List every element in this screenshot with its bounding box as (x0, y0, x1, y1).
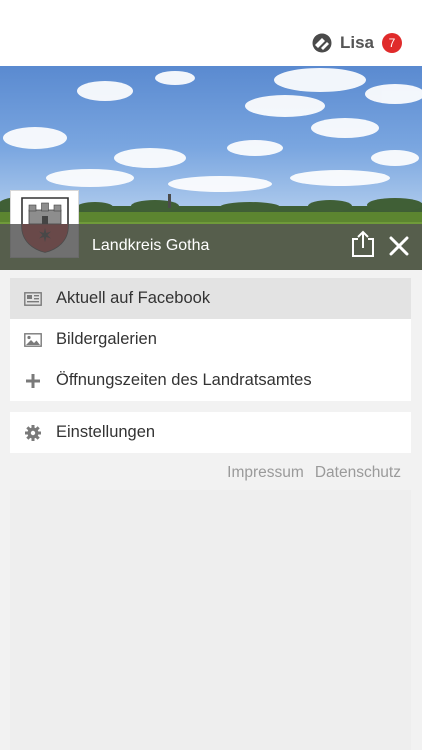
datenschutz-link[interactable]: Datenschutz (315, 464, 401, 482)
menu-item-galleries[interactable]: Bildergalerien (10, 319, 411, 360)
menu-item-opening-hours[interactable]: Öffnungszeiten des Landratsamtes (10, 360, 411, 401)
close-icon (389, 236, 409, 256)
menu-item-label: Aktuell auf Facebook (56, 289, 211, 307)
page-title: Landkreis Gotha (92, 237, 210, 254)
image-icon (24, 331, 42, 349)
plus-icon (24, 372, 42, 390)
impressum-link[interactable]: Impressum (227, 464, 304, 482)
menu-item-label: Öffnungszeiten des Landratsamtes (56, 371, 312, 389)
settings-menu: Einstellungen (10, 412, 411, 453)
menu-item-settings[interactable]: Einstellungen (10, 412, 411, 453)
share-button[interactable] (350, 230, 376, 258)
gear-icon (24, 424, 42, 442)
user-account[interactable]: Lisa 7 (312, 33, 402, 53)
footer-links: Impressum Datenschutz (227, 464, 401, 482)
menu-item-facebook[interactable]: Aktuell auf Facebook (10, 278, 411, 319)
top-bar: Lisa 7 (0, 0, 422, 66)
close-button[interactable] (387, 234, 411, 258)
main-menu: Aktuell auf Facebook Bildergalerien Öffn… (10, 278, 411, 401)
menu-item-label: Einstellungen (56, 423, 156, 441)
menu-item-label: Bildergalerien (56, 330, 157, 348)
notification-badge: 7 (382, 33, 402, 53)
share-icon (352, 230, 374, 257)
content-panel (10, 490, 411, 750)
user-name: Lisa (339, 33, 374, 52)
newspaper-icon (24, 290, 42, 308)
app-logo-icon (312, 33, 332, 53)
